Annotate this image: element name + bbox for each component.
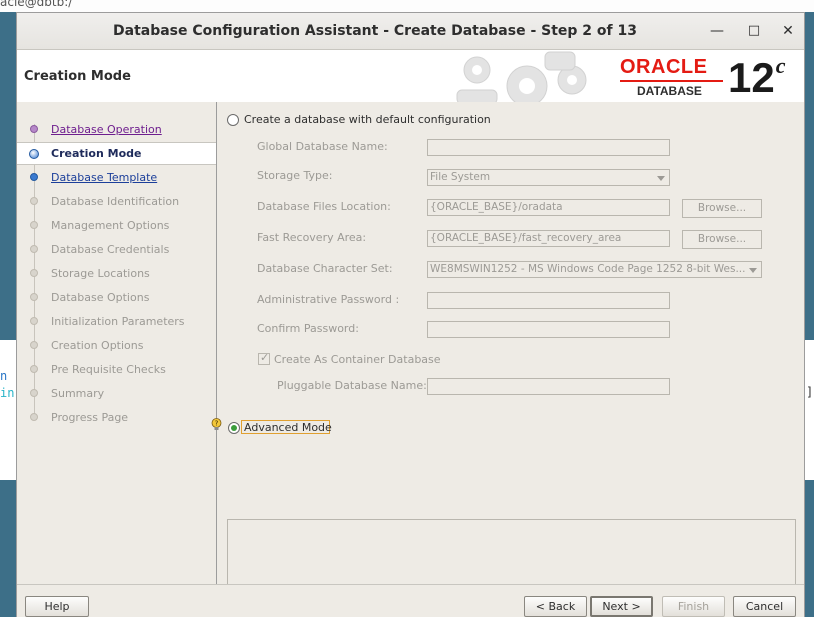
step-item-database-identification: Database Identification	[17, 190, 216, 213]
version-suffix: c	[775, 53, 786, 78]
step-item-database-credentials: Database Credentials	[17, 238, 216, 261]
step-label: Creation Options	[51, 339, 144, 352]
step-status-icon	[30, 341, 38, 349]
advanced-mode-label[interactable]: Advanced Mode	[244, 421, 332, 434]
step-item-storage-locations: Storage Locations	[17, 262, 216, 285]
chevron-down-icon	[749, 268, 757, 273]
terminal-text-line: in	[0, 386, 15, 400]
finish-button[interactable]: Finish	[662, 596, 725, 617]
charset-value: WE8MSWIN1252 - MS Windows Code Page 1252…	[430, 263, 746, 275]
version-label: 12c	[728, 53, 786, 102]
global-db-name-label: Global Database Name:	[257, 140, 388, 153]
step-status-icon	[29, 149, 39, 159]
step-item-creation-mode: Creation Mode	[17, 142, 216, 165]
page-title: Creation Mode	[24, 69, 131, 84]
container-db-label: Create As Container Database	[274, 353, 441, 366]
storage-type-select[interactable]: File System	[427, 169, 670, 186]
content-panel: Create a database with default configura…	[211, 102, 804, 595]
step-status-icon	[30, 317, 38, 325]
pluggable-db-label: Pluggable Database Name:	[277, 379, 427, 392]
terminal-text-line: ]	[806, 385, 814, 399]
page-header: Creation Mode ORACLE DATABASE 12c	[17, 50, 804, 103]
dbca-window: Database Configuration Assistant - Creat…	[16, 12, 805, 617]
container-db-checkbox[interactable]	[258, 351, 270, 365]
step-status-icon	[30, 125, 38, 133]
oracle-brand: ORACLE	[620, 56, 708, 78]
terminal-title-text: acle@dbtb:/	[0, 0, 73, 9]
confirm-password-label: Confirm Password:	[257, 322, 359, 335]
confirm-password-input[interactable]	[427, 321, 670, 338]
step-status-icon	[30, 173, 38, 181]
step-status-icon	[30, 245, 38, 253]
button-bar: Help < Back Next > Finish Cancel	[17, 584, 804, 617]
oracle-logo: ORACLE DATABASE 12c	[620, 53, 800, 102]
step-label: Progress Page	[51, 411, 129, 424]
step-item-summary: Summary	[17, 382, 216, 405]
step-status-icon	[30, 413, 38, 421]
step-label: Database Options	[51, 291, 150, 304]
step-label: Management Options	[51, 219, 170, 232]
step-item-database-template[interactable]: Database Template	[17, 166, 216, 189]
step-item-database-operation[interactable]: Database Operation	[17, 118, 216, 141]
svg-text:?: ?	[215, 420, 219, 428]
step-status-icon	[30, 269, 38, 277]
version-number: 12	[728, 54, 775, 101]
db-files-location-label: Database Files Location:	[257, 200, 391, 213]
fast-recovery-label: Fast Recovery Area:	[257, 231, 367, 244]
step-label: Database Template	[51, 171, 158, 184]
step-item-database-options: Database Options	[17, 286, 216, 309]
step-status-icon	[30, 197, 38, 205]
step-status-icon	[30, 365, 38, 373]
admin-password-label: Administrative Password :	[257, 293, 400, 306]
lightbulb-hint-icon: ?	[211, 418, 222, 430]
default-config-radio[interactable]	[227, 114, 239, 126]
charset-select[interactable]: WE8MSWIN1252 - MS Windows Code Page 1252…	[427, 261, 762, 278]
step-item-progress-page: Progress Page	[17, 406, 216, 429]
product-name: DATABASE	[637, 84, 702, 98]
fast-recovery-input[interactable]: {ORACLE_BASE}/fast_recovery_area	[427, 230, 670, 247]
default-config-label[interactable]: Create a database with default configura…	[244, 113, 491, 126]
step-label: Database Identification	[51, 195, 180, 208]
db-files-location-input[interactable]: {ORACLE_BASE}/oradata	[427, 199, 670, 216]
browse-recovery-button[interactable]: Browse...	[682, 230, 762, 249]
charset-label: Database Character Set:	[257, 262, 393, 275]
step-label: Database Operation	[51, 123, 162, 136]
step-label: Creation Mode	[51, 147, 142, 160]
global-db-name-input[interactable]	[427, 139, 670, 156]
browse-files-button[interactable]: Browse...	[682, 199, 762, 218]
window-titlebar[interactable]: Database Configuration Assistant - Creat…	[17, 13, 804, 50]
close-button[interactable]: ✕	[778, 21, 798, 41]
step-status-icon	[30, 221, 38, 229]
desktop-terminal-top: acle@dbtb:/	[0, 0, 814, 12]
step-label: Summary	[51, 387, 105, 400]
step-item-pre-requisite-checks: Pre Requisite Checks	[17, 358, 216, 381]
brand-underline	[620, 80, 723, 82]
chevron-down-icon	[657, 176, 665, 181]
step-status-icon	[30, 389, 38, 397]
maximize-button[interactable]: □	[744, 21, 764, 41]
desktop-terminal-right: ]	[804, 340, 814, 480]
terminal-text-line: n	[0, 369, 8, 383]
step-label: Pre Requisite Checks	[51, 363, 166, 376]
storage-type-label: Storage Type:	[257, 169, 333, 182]
advanced-mode-radio[interactable]	[228, 422, 240, 434]
storage-type-value: File System	[430, 171, 491, 183]
step-label: Initialization Parameters	[51, 315, 185, 328]
cancel-button[interactable]: Cancel	[733, 596, 796, 617]
steps-panel: Database Operation Creation Mode Database …	[17, 102, 217, 584]
window-title: Database Configuration Assistant - Creat…	[113, 23, 637, 39]
minimize-button[interactable]: —	[707, 21, 727, 41]
step-item-management-options: Management Options	[17, 214, 216, 237]
help-button[interactable]: Help	[25, 596, 89, 617]
admin-password-input[interactable]	[427, 292, 670, 309]
step-item-initialization-parameters: Initialization Parameters	[17, 310, 216, 333]
step-label: Storage Locations	[51, 267, 150, 280]
step-item-creation-options: Creation Options	[17, 334, 216, 357]
next-button[interactable]: Next >	[590, 596, 653, 617]
back-button[interactable]: < Back	[524, 596, 587, 617]
pluggable-db-input[interactable]	[427, 378, 670, 395]
step-label: Database Credentials	[51, 243, 170, 256]
step-status-icon	[30, 293, 38, 301]
gears-graphic-icon	[456, 51, 587, 102]
